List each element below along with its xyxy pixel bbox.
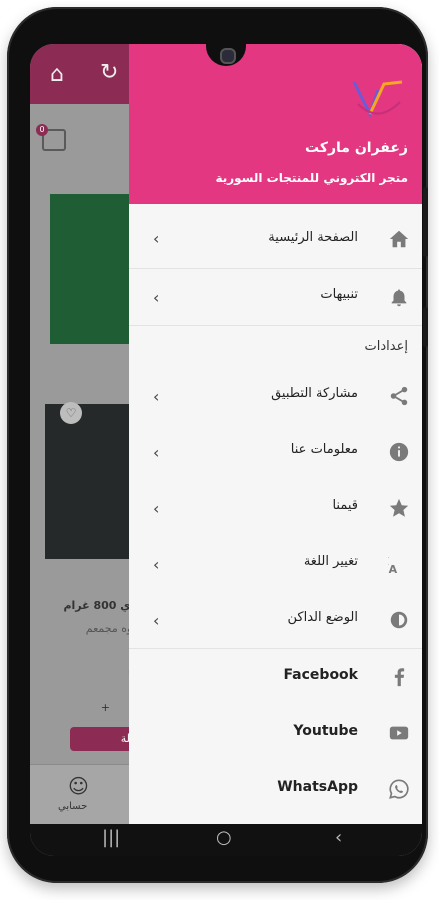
menu-item-label: Youtube [293, 723, 358, 739]
home-icon[interactable]: ⌂ [50, 62, 64, 87]
settings-section-title: إعدادات [364, 339, 408, 354]
camera-icon [220, 48, 236, 64]
chevron-right-icon: ‹ [153, 387, 160, 406]
menu-item-label: قيمنا [332, 498, 358, 513]
facebook-icon [394, 668, 405, 687]
menu-item-home[interactable]: الصفحة الرئيسية ‹ [129, 204, 422, 268]
info-icon [389, 442, 409, 462]
heart-icon[interactable]: ♡ [60, 402, 82, 424]
volume-button [423, 187, 428, 257]
dark-mode-icon [390, 611, 408, 629]
chevron-right-icon: ‹ [153, 499, 160, 518]
youtube-icon [389, 726, 409, 740]
menu-item-about[interactable]: معلومات عنا ‹ [129, 424, 422, 480]
menu-item-rate-us[interactable]: قيمنا ‹ [129, 480, 422, 536]
store-name: زعفران ماركت [305, 140, 408, 156]
chevron-right-icon: ‹ [153, 229, 160, 248]
translate-icon: 文A [388, 554, 398, 575]
home-button-icon[interactable]: ○ [216, 827, 232, 848]
menu-item-label: WhatsApp [277, 779, 358, 795]
menu-item-facebook[interactable]: Facebook [129, 649, 422, 705]
account-label[interactable]: حسابي [58, 801, 87, 812]
power-button [423, 307, 428, 347]
whatsapp-icon [389, 779, 409, 799]
chevron-right-icon: ‹ [153, 443, 160, 462]
menu-item-label: مشاركة التطبيق [271, 386, 358, 401]
share-icon [390, 386, 408, 406]
qty-plus-button[interactable]: + [90, 701, 110, 714]
screen: ⌂ ↻ 0 ♡ حصري 800 غرام ر ماكوه مجمعم مضان… [30, 44, 422, 856]
menu-item-share[interactable]: مشاركة التطبيق ‹ [129, 368, 422, 424]
store-logo [352, 80, 403, 118]
bell-icon [391, 289, 407, 307]
system-nav-bar: ||| ○ ‹ [30, 824, 422, 856]
menu-item-dark-mode[interactable]: الوضع الداكن ‹ [129, 592, 422, 648]
chevron-right-icon: ‹ [153, 288, 160, 307]
phone-frame: ⌂ ↻ 0 ♡ حصري 800 غرام ر ماكوه مجمعم مضان… [7, 7, 428, 883]
chevron-right-icon: ‹ [153, 611, 160, 630]
refresh-icon[interactable]: ↻ [100, 60, 118, 85]
menu-item-change-language[interactable]: 文A تغيير اللغة ‹ [129, 536, 422, 592]
store-tagline: متجر الكتروني للمنتجات السورية [215, 171, 408, 185]
navigation-drawer: زعفران ماركت متجر الكتروني للمنتجات السو… [129, 44, 422, 824]
account-icon[interactable]: ☺ [68, 774, 89, 798]
svg-text:A: A [389, 563, 398, 575]
menu-item-label: Facebook [283, 667, 358, 683]
chevron-right-icon: ‹ [153, 555, 160, 574]
menu-item-label: تنبيهات [320, 287, 358, 302]
star-icon [389, 498, 409, 517]
menu-item-whatsapp[interactable]: WhatsApp [129, 761, 422, 817]
drawer-menu: الصفحة الرئيسية ‹ تنبيهات ‹ إعدادات مشار… [129, 204, 422, 817]
menu-item-label: تغيير اللغة [303, 554, 358, 569]
recent-apps-icon[interactable]: ||| [102, 827, 120, 848]
menu-item-label: معلومات عنا [290, 442, 358, 457]
home-icon [389, 230, 409, 248]
back-icon[interactable]: ‹ [335, 827, 342, 848]
cart-badge: 0 [36, 124, 48, 136]
menu-item-notifications[interactable]: تنبيهات ‹ [129, 269, 422, 325]
menu-item-youtube[interactable]: Youtube [129, 705, 422, 761]
drawer-header: زعفران ماركت متجر الكتروني للمنتجات السو… [129, 44, 422, 204]
menu-item-label: الوضع الداكن [287, 610, 358, 625]
menu-item-label: الصفحة الرئيسية [268, 230, 358, 245]
